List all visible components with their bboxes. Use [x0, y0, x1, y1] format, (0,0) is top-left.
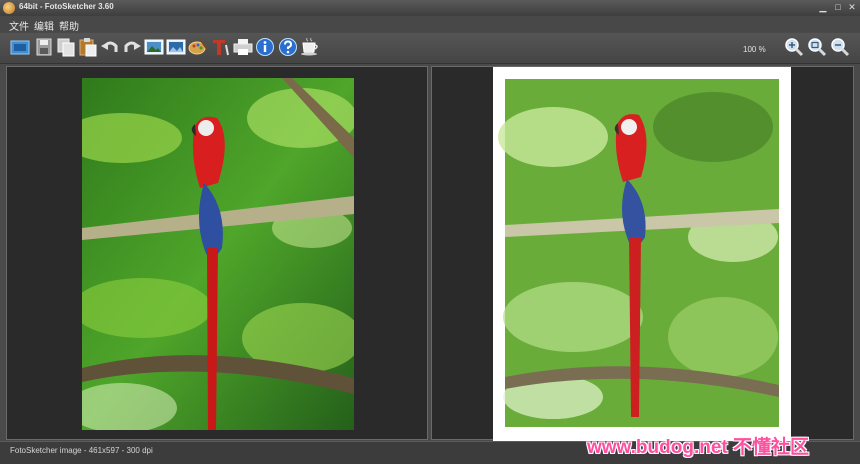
minimize-button[interactable]: ▁ — [817, 2, 829, 13]
close-button[interactable]: ✕ — [846, 2, 858, 13]
paste-icon — [79, 38, 97, 57]
copy-icon — [57, 38, 75, 57]
save-icon — [36, 38, 52, 56]
result-image-icon — [166, 39, 186, 55]
help-icon — [279, 38, 297, 56]
zoom-out-button[interactable] — [830, 37, 850, 57]
app-window: 64bit - FotoSketcher 3.60 ▁ □ ✕ 文件 编辑 帮助 — [0, 0, 860, 464]
redo-icon — [124, 41, 141, 52]
open-icon — [10, 40, 30, 55]
copy-button[interactable] — [56, 37, 76, 57]
show-result-button[interactable] — [166, 37, 186, 57]
zoom-in-button[interactable] — [784, 37, 804, 57]
site-watermark: www.budog.net 不懂社区 — [587, 437, 809, 458]
redo-button[interactable] — [122, 37, 142, 57]
help-button[interactable] — [278, 37, 298, 57]
undo-icon — [101, 41, 118, 52]
result-image-pane[interactable] — [431, 66, 854, 441]
print-icon — [233, 39, 253, 55]
app-logo-icon — [3, 2, 15, 14]
zoom-fit-button[interactable] — [807, 37, 827, 57]
toolbar: 100 % — [0, 33, 860, 64]
zoom-level: 100 % — [743, 45, 766, 54]
info-icon — [256, 38, 274, 56]
add-text-button[interactable] — [210, 37, 230, 57]
sketch-result-image — [493, 67, 791, 441]
original-image-icon — [144, 39, 164, 55]
info-button[interactable] — [255, 37, 275, 57]
save-button[interactable] — [34, 37, 54, 57]
zoom-out-icon — [831, 38, 850, 57]
show-original-button[interactable] — [144, 37, 164, 57]
print-button[interactable] — [233, 37, 253, 57]
image-info-text: FotoSketcher image - 461x597 - 300 dpi — [10, 446, 153, 455]
coffee-icon — [301, 37, 318, 56]
menu-help[interactable]: 帮助 — [59, 18, 79, 33]
zoom-fit-icon — [808, 38, 827, 57]
menu-file[interactable]: 文件 — [9, 18, 29, 33]
menu-bar: 文件 编辑 帮助 — [0, 16, 860, 33]
paste-button[interactable] — [78, 37, 98, 57]
original-photo — [82, 78, 354, 430]
undo-button[interactable] — [100, 37, 120, 57]
palette-icon — [188, 38, 208, 55]
drawing-parameters-button[interactable] — [188, 37, 208, 57]
menu-edit[interactable]: 编辑 — [34, 18, 54, 33]
maximize-button[interactable]: □ — [832, 2, 844, 13]
zoom-in-icon — [785, 38, 804, 57]
text-tool-icon — [213, 40, 229, 56]
open-button[interactable] — [10, 37, 30, 57]
title-bar[interactable]: 64bit - FotoSketcher 3.60 ▁ □ ✕ — [0, 0, 860, 16]
donate-button[interactable] — [300, 37, 320, 57]
original-image-pane[interactable] — [6, 66, 428, 440]
window-title: 64bit - FotoSketcher 3.60 — [19, 2, 114, 11]
